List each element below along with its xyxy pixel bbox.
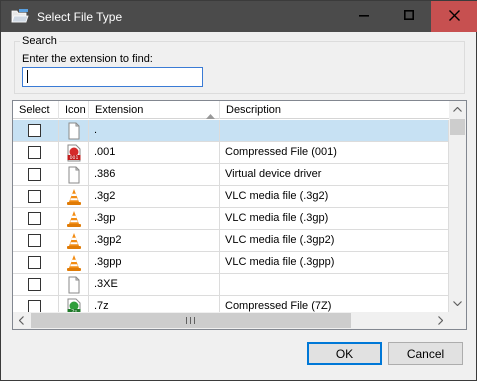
description-cell: VLC media file (.3gp) [220,208,449,229]
maximize-icon [403,10,414,23]
column-header-extension[interactable]: Extension [89,101,220,119]
close-button[interactable] [431,1,477,32]
select-file-type-dialog: Select File Type Search Enter the extens… [0,0,477,381]
table-row[interactable]: .3gp VLC media file (.3gp) [13,208,449,230]
svg-text:001: 001 [70,155,79,161]
vlc-cone-icon [65,254,83,272]
grid-header: Select Icon Extension Description [13,101,449,119]
table-row[interactable]: .386 Virtual device driver [13,164,449,186]
extension-cell: .001 [89,142,220,163]
description-cell: Compressed File (001) [220,142,449,163]
icon-cell [59,274,89,295]
extension-cell: .3gpp [89,252,220,273]
close-icon [448,9,460,24]
icon-cell [59,252,89,273]
description-cell: VLC media file (.3g2) [220,186,449,207]
select-cell [13,186,59,207]
select-cell [13,164,59,185]
text-caret [27,70,28,83]
select-cell [13,274,59,295]
description-cell [220,274,449,295]
select-cell [13,120,59,141]
icon-cell [59,186,89,207]
extension-cell: .386 [89,164,220,185]
select-cell [13,230,59,251]
cancel-button[interactable]: Cancel [388,342,463,365]
scroll-grip-icon [186,317,195,324]
extension-cell: .3XE [89,274,220,295]
scroll-up-icon[interactable] [449,101,466,118]
file-type-grid: Select Icon Extension Description . 001.0… [12,100,467,330]
extension-cell: . [89,120,220,141]
icon-cell [59,164,89,185]
minimize-icon [358,10,369,23]
description-cell: VLC media file (.3gp2) [220,230,449,251]
table-row[interactable]: .3gp2 VLC media file (.3gp2) [13,230,449,252]
search-group-legend: Search [20,35,59,47]
row-checkbox[interactable] [28,278,41,291]
column-header-select[interactable]: Select [13,101,59,119]
row-checkbox[interactable] [28,190,41,203]
vertical-scrollbar[interactable] [449,101,466,312]
description-cell: Virtual device driver [220,164,449,185]
column-header-description[interactable]: Description [220,101,449,119]
icon-cell: 001 [59,142,89,163]
icon-cell [59,120,89,141]
row-checkbox[interactable] [28,212,41,225]
generic-file-icon [65,122,83,140]
vlc-cone-icon [65,188,83,206]
column-header-icon[interactable]: Icon [59,101,89,119]
maximize-button[interactable] [386,1,431,32]
row-checkbox[interactable] [28,124,41,137]
select-cell [13,252,59,273]
row-checkbox[interactable] [28,168,41,181]
grid-rows: . 001.001 Compressed File (001) .386 Virtual… [13,120,449,318]
row-checkbox[interactable] [28,234,41,247]
row-checkbox[interactable] [28,256,41,269]
scroll-right-icon[interactable] [432,312,449,329]
description-cell [220,120,449,141]
column-header-extension-label: Extension [95,104,144,116]
icon-cell [59,208,89,229]
extension-cell: .3gp [89,208,220,229]
title-bar[interactable]: Select File Type [1,1,477,32]
scroll-left-icon[interactable] [13,312,30,329]
minimize-button[interactable] [341,1,386,32]
vlc-cone-icon [65,232,83,250]
table-row[interactable]: .3gpp VLC media file (.3gpp) [13,252,449,274]
scroll-down-icon[interactable] [449,295,466,312]
table-row[interactable]: .3g2 VLC media file (.3g2) [13,186,449,208]
row-checkbox[interactable] [28,146,41,159]
table-row[interactable]: . [13,120,449,142]
ok-button[interactable]: OK [307,342,382,365]
search-label: Enter the extension to find: [22,53,153,65]
description-cell: VLC media file (.3gpp) [220,252,449,273]
scroll-corner [449,312,466,329]
horizontal-scroll-thumb[interactable] [31,313,351,328]
table-row[interactable]: 001 .001 Compressed File (001) [13,142,449,164]
horizontal-scrollbar[interactable] [13,312,449,329]
compressed-001-icon: 001 [65,144,83,162]
icon-cell [59,230,89,251]
vlc-cone-icon [65,210,83,228]
search-input[interactable] [22,67,203,87]
select-cell [13,208,59,229]
vertical-scroll-thumb[interactable] [450,119,465,135]
window-title: Select File Type [37,10,123,24]
open-folder-icon [11,8,29,24]
select-cell [13,142,59,163]
extension-cell: .3g2 [89,186,220,207]
generic-file-icon [65,276,83,294]
extension-cell: .3gp2 [89,230,220,251]
table-row[interactable]: .3XE [13,274,449,296]
generic-file-icon [65,166,83,184]
